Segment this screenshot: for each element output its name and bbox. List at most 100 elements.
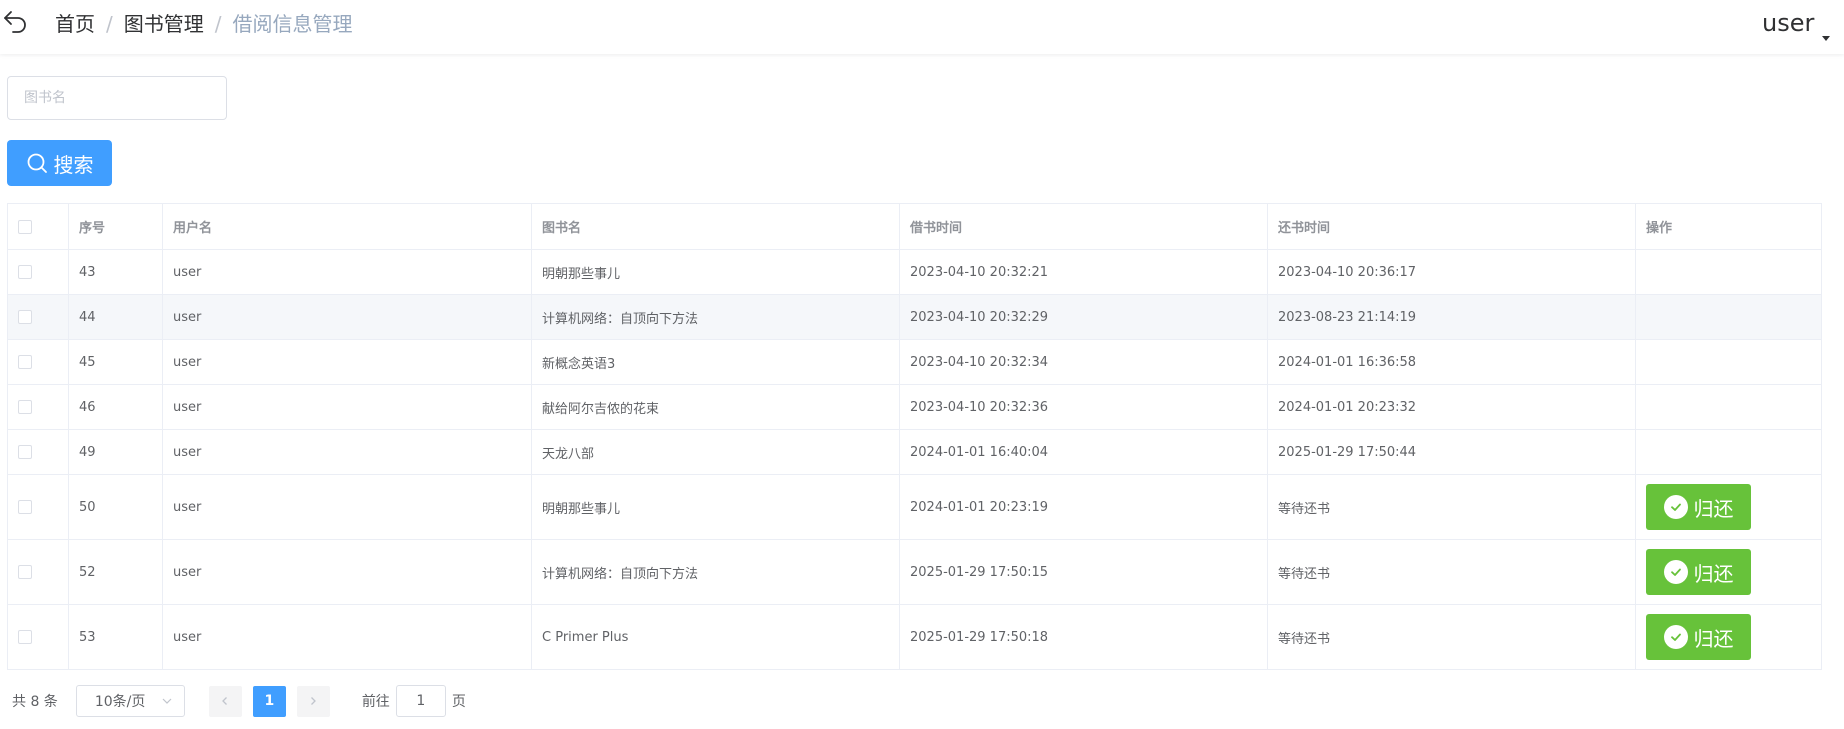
cell-book: 献给阿尔吉侬的花束: [531, 384, 900, 430]
breadcrumb-separator: /: [106, 12, 113, 36]
page-number-current[interactable]: 1: [252, 685, 286, 717]
cell-username: user: [162, 384, 532, 430]
search-button-label: 搜索: [53, 152, 94, 177]
table-row: 50 user 明朝那些事儿 2024-01-01 20:23:19 等待还书 归还: [7, 474, 1822, 540]
cell-book: 计算机网络：自顶向下方法: [531, 294, 900, 340]
cell-book: C Primer Plus: [531, 604, 900, 670]
cell-return-time: 2024-01-01 20:23:32: [1267, 384, 1636, 430]
check-circle-icon: [1663, 560, 1688, 584]
row-select-cell: [7, 539, 69, 605]
column-header-id: 序号: [68, 203, 163, 250]
cell-id: 50: [68, 474, 163, 540]
breadcrumb: 首页 / 图书管理 / 借阅信息管理: [55, 11, 353, 37]
check-circle-icon: [1663, 495, 1688, 519]
chevron-down-icon: [162, 698, 172, 704]
row-checkbox[interactable]: [18, 630, 32, 644]
book-name-search-input[interactable]: [7, 76, 227, 120]
cell-username: user: [162, 604, 532, 670]
row-checkbox[interactable]: [18, 400, 32, 414]
return-book-button[interactable]: 归还: [1646, 484, 1751, 530]
table-row: 53 user C Primer Plus 2025-01-29 17:50:18 等待…: [7, 604, 1822, 670]
return-button-label: 归还: [1693, 496, 1734, 521]
cell-borrow-time: 2023-04-10 20:32:36: [899, 384, 1268, 430]
row-checkbox[interactable]: [18, 445, 32, 459]
cell-username: user: [162, 429, 532, 475]
return-button-label: 归还: [1693, 561, 1734, 586]
page-size-value: 10条/页: [94, 694, 146, 710]
row-checkbox[interactable]: [18, 310, 32, 324]
top-navbar: 首页 / 图书管理 / 借阅信息管理 user: [0, 0, 1844, 54]
cell-id: 46: [68, 384, 163, 430]
cell-return-time: 等待还书: [1267, 604, 1636, 670]
return-button-label: 归还: [1693, 626, 1734, 651]
cell-return-time: 2023-08-23 21:14:19: [1267, 294, 1636, 340]
next-page-button[interactable]: [296, 685, 330, 717]
back-arrow-icon[interactable]: [2, 7, 32, 37]
row-select-cell: [7, 249, 69, 295]
cell-id: 45: [68, 339, 163, 385]
table-row: 44 user 计算机网络：自顶向下方法 2023-04-10 20:32:29 202…: [7, 294, 1822, 340]
cell-actions: [1635, 249, 1822, 295]
cell-actions: [1635, 294, 1822, 340]
cell-borrow-time: 2023-04-10 20:32:21: [899, 249, 1268, 295]
cell-actions: [1635, 339, 1822, 385]
cell-borrow-time: 2024-01-01 16:40:04: [899, 429, 1268, 475]
row-checkbox[interactable]: [18, 500, 32, 514]
cell-return-time: 2025-01-29 17:50:44: [1267, 429, 1636, 475]
cell-actions: [1635, 429, 1822, 475]
cell-id: 52: [68, 539, 163, 605]
breadcrumb-book-management[interactable]: 图书管理: [124, 11, 204, 37]
cell-username: user: [162, 294, 532, 340]
cell-return-time: 等待还书: [1267, 539, 1636, 605]
cell-username: user: [162, 339, 532, 385]
breadcrumb-current: 借阅信息管理: [232, 12, 353, 36]
return-book-button[interactable]: 归还: [1646, 614, 1751, 660]
cell-username: user: [162, 539, 532, 605]
cell-book: 新概念英语3: [531, 339, 900, 385]
cell-username: user: [162, 249, 532, 295]
cell-borrow-time: 2025-01-29 17:50:15: [899, 539, 1268, 605]
prev-page-button[interactable]: [208, 685, 242, 717]
goto-suffix: 页: [451, 694, 466, 710]
cell-borrow-time: 2023-04-10 20:32:34: [899, 339, 1268, 385]
total-count: 共 8 条: [12, 694, 58, 710]
row-select-cell: [7, 294, 69, 340]
row-checkbox[interactable]: [18, 565, 32, 579]
breadcrumb-separator: /: [214, 12, 222, 36]
column-header-actions: 操作: [1635, 203, 1822, 250]
table-row: 45 user 新概念英语3 2023-04-10 20:32:34 2024-01-0…: [7, 339, 1822, 385]
cell-borrow-time: 2023-04-10 20:32:29: [899, 294, 1268, 340]
table-row: 43 user 明朝那些事儿 2023-04-10 20:32:21 2023-04-1…: [7, 249, 1822, 295]
cell-id: 49: [68, 429, 163, 475]
cell-return-time: 等待还书: [1267, 474, 1636, 540]
cell-book: 计算机网络：自顶向下方法: [531, 539, 900, 605]
cell-actions: 归还: [1635, 604, 1822, 670]
select-all-checkbox[interactable]: [18, 219, 32, 234]
row-checkbox[interactable]: [18, 355, 32, 369]
cell-id: 44: [68, 294, 163, 340]
cell-return-time: 2024-01-01 16:36:58: [1267, 339, 1636, 385]
borrow-records-table: 序号 用户名 图书名 借书时间 还书时间 操作 43 user 明朝那些事儿 2023…: [7, 203, 1822, 670]
row-select-cell: [7, 429, 69, 475]
table-row: 49 user 天龙八部 2024-01-01 16:40:04 2025-01-29 …: [7, 429, 1822, 475]
page-size-select[interactable]: 10条/页: [75, 685, 185, 717]
cell-book: 天龙八部: [531, 429, 900, 475]
column-header-username: 用户名: [162, 203, 532, 250]
cell-borrow-time: 2025-01-29 17:50:18: [899, 604, 1268, 670]
user-menu[interactable]: user: [1762, 8, 1814, 38]
return-book-button[interactable]: 归还: [1646, 549, 1751, 595]
caret-down-icon[interactable]: [1822, 36, 1830, 41]
cell-book: 明朝那些事儿: [531, 474, 900, 540]
search-button[interactable]: 搜索: [7, 140, 112, 186]
goto-page-input[interactable]: [395, 685, 446, 717]
cell-borrow-time: 2024-01-01 20:23:19: [899, 474, 1268, 540]
breadcrumb-home[interactable]: 首页: [55, 11, 95, 37]
goto-page: 前往 页: [362, 685, 466, 717]
pagination: 共 8 条 10条/页 1 前往 页: [12, 685, 466, 717]
chevron-left-icon: [222, 697, 228, 705]
table-header-row: 序号 用户名 图书名 借书时间 还书时间 操作: [7, 203, 1822, 250]
select-all-cell: [7, 203, 69, 250]
row-select-cell: [7, 474, 69, 540]
search-icon: [27, 153, 47, 173]
row-checkbox[interactable]: [18, 265, 32, 279]
